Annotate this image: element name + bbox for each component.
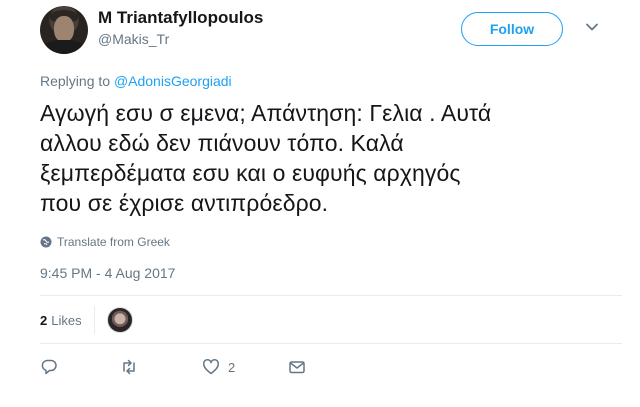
globe-icon <box>40 236 52 248</box>
direct-message-button[interactable] <box>288 356 306 378</box>
liker-avatar[interactable] <box>106 307 133 333</box>
user-display-name[interactable]: M Triantafyllopoulos <box>98 8 263 28</box>
tweet-timestamp[interactable]: 9:45 PM - 4 Aug 2017 <box>40 265 175 281</box>
tweet-header: M Triantafyllopoulos @Makis_Tr Follow <box>40 4 622 54</box>
likes-label[interactable]: Likes <box>51 313 81 328</box>
tweet-text: Αγωγή εσυ σ εμενα; Απάντηση: Γελια . Αυτ… <box>40 98 610 218</box>
tweet-text-line: που σε έχρισε αντιπρόεδρο. <box>40 190 329 216</box>
retweet-button[interactable] <box>120 356 202 378</box>
divider <box>40 343 622 344</box>
translate-link[interactable]: Translate from Greek <box>40 235 170 249</box>
tweet-actions: 2 <box>40 356 306 378</box>
reply-icon <box>41 359 57 375</box>
message-icon <box>289 361 305 374</box>
heart-icon <box>203 359 219 375</box>
replying-to: Replying to @AdonisGeorgiadi <box>40 73 232 89</box>
tweet-text-line: αλλου εδώ δεν πιάνουν τόπο. Καλά <box>40 130 404 156</box>
replying-prefix: Replying to <box>40 73 111 89</box>
retweet-icon <box>123 359 135 375</box>
follow-button[interactable]: Follow <box>461 12 563 46</box>
like-count: 2 <box>228 359 236 375</box>
tweet-text-line: Αγωγή εσυ σ εμενα; Απάντηση: Γελια . Αυτ… <box>40 100 492 126</box>
reply-mention-link[interactable]: @AdonisGeorgiadi <box>114 73 232 89</box>
translate-label: Translate from Greek <box>57 235 170 249</box>
likes-summary: 2 Likes <box>40 305 133 335</box>
like-button[interactable]: 2 <box>202 356 288 378</box>
divider <box>40 295 622 296</box>
reply-button[interactable] <box>40 356 120 378</box>
tweet-text-line: ξεμπερδέματα εσυ και ο ευφυής αρχηγός <box>40 160 461 186</box>
likes-count[interactable]: 2 <box>40 313 47 328</box>
chevron-down-icon[interactable] <box>585 20 599 34</box>
user-handle[interactable]: @Makis_Tr <box>98 31 169 47</box>
likes-separator <box>93 306 95 334</box>
user-avatar[interactable] <box>40 6 88 54</box>
